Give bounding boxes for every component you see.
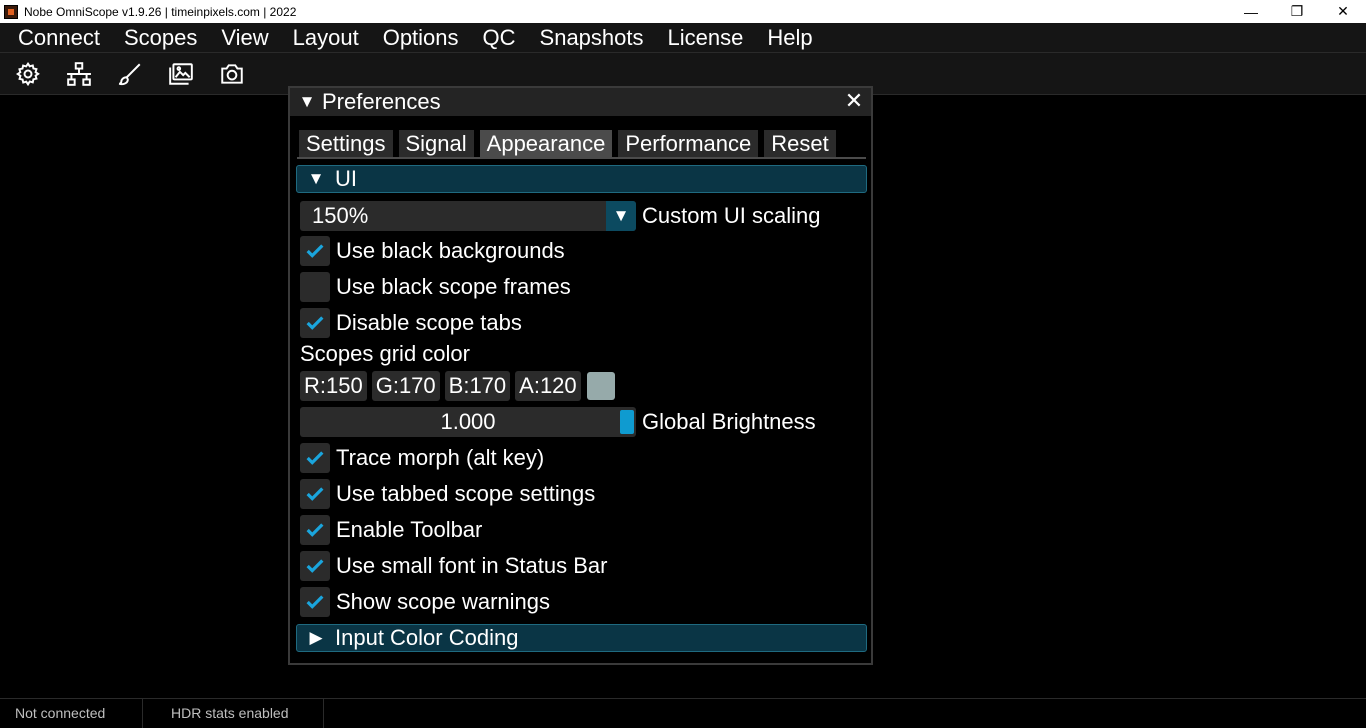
- preferences-title: Preferences: [322, 89, 441, 114]
- checkmark-icon: [306, 559, 324, 573]
- ui-scaling-value: 150%: [312, 203, 369, 228]
- collapse-arrow-icon[interactable]: ▼: [292, 92, 322, 112]
- title-bar: Nobe OmniScope v1.9.26 | timeinpixels.co…: [0, 0, 1366, 23]
- grid-color-b[interactable]: B:170: [444, 371, 511, 401]
- grid-color-editor: R:150 G:170 B:170 A:120: [300, 371, 615, 401]
- collapsed-arrow-icon: ▶: [309, 628, 323, 647]
- checkbox-label: Use black backgrounds: [336, 238, 565, 263]
- grid-color-g[interactable]: G:170: [371, 371, 440, 401]
- checkbox-row-tabbed-scope-settings[interactable]: Use tabbed scope settings: [300, 478, 595, 510]
- checkbox-small-font-status-bar[interactable]: [300, 551, 330, 581]
- menu-options[interactable]: Options: [371, 23, 471, 52]
- menu-view[interactable]: View: [209, 23, 280, 52]
- preferences-tabs: Settings Signal Appearance Performance R…: [299, 130, 842, 157]
- menu-connect[interactable]: Connect: [0, 23, 112, 52]
- checkbox-label: Use tabbed scope settings: [336, 481, 596, 506]
- gear-icon[interactable]: [13, 59, 43, 89]
- close-button[interactable]: ✕: [1320, 0, 1366, 23]
- connection-status: Not connected: [0, 698, 143, 728]
- brightness-label: Global Brightness: [642, 409, 816, 434]
- menu-help[interactable]: Help: [755, 23, 824, 52]
- slider-handle[interactable]: [620, 410, 634, 434]
- preferences-header[interactable]: ▼ Preferences ✕: [290, 88, 871, 116]
- images-icon[interactable]: [166, 59, 196, 89]
- grid-color-r[interactable]: R:150: [300, 371, 367, 401]
- tab-appearance[interactable]: Appearance: [479, 130, 613, 157]
- dropdown-arrow-icon[interactable]: ▼: [606, 201, 636, 231]
- checkbox-enable-toolbar[interactable]: [300, 515, 330, 545]
- checkbox-label: Show scope warnings: [336, 589, 551, 614]
- menu-scopes[interactable]: Scopes: [112, 23, 209, 52]
- menu-license[interactable]: License: [656, 23, 756, 52]
- brush-icon[interactable]: [115, 59, 145, 89]
- checkbox-row-small-font-status-bar[interactable]: Use small font in Status Bar: [300, 550, 607, 582]
- checkmark-icon: [306, 595, 324, 609]
- brightness-value: 1.000: [440, 409, 496, 434]
- tab-underline: [297, 157, 866, 159]
- checkbox-trace-morph[interactable]: [300, 443, 330, 473]
- menu-layout[interactable]: Layout: [281, 23, 371, 52]
- brightness-slider[interactable]: 1.000: [300, 407, 636, 437]
- checkbox-label: Use black scope frames: [336, 274, 571, 299]
- status-bar: Not connected HDR stats enabled: [0, 698, 1366, 728]
- minimize-button[interactable]: —: [1228, 0, 1274, 23]
- ui-scaling-label: Custom UI scaling: [642, 203, 821, 228]
- grid-color-a[interactable]: A:120: [515, 371, 581, 401]
- tab-performance[interactable]: Performance: [618, 130, 759, 157]
- tab-signal[interactable]: Signal: [398, 130, 474, 157]
- section-input-color-coding-header[interactable]: ▶ Input Color Coding: [296, 624, 867, 652]
- section-ui-header[interactable]: ▼ UI: [296, 165, 867, 193]
- section-input-color-coding-title: Input Color Coding: [335, 625, 519, 650]
- checkbox-label: Trace morph (alt key): [336, 445, 545, 470]
- menu-snapshots[interactable]: Snapshots: [528, 23, 656, 52]
- window-title: Nobe OmniScope v1.9.26 | timeinpixels.co…: [24, 4, 297, 19]
- restore-button[interactable]: ❐: [1274, 0, 1320, 23]
- checkbox-row-enable-toolbar[interactable]: Enable Toolbar: [300, 514, 482, 546]
- hdr-status: HDR stats enabled: [143, 698, 324, 728]
- grid-color-swatch[interactable]: [586, 372, 615, 400]
- checkbox-show-scope-warnings[interactable]: [300, 587, 330, 617]
- camera-icon[interactable]: [217, 59, 247, 89]
- checkmark-icon: [306, 244, 324, 258]
- checkbox-label: Enable Toolbar: [336, 517, 483, 542]
- checkbox-row-black-scope-frames[interactable]: Use black scope frames: [300, 271, 571, 303]
- checkbox-row-disable-scope-tabs[interactable]: Disable scope tabs: [300, 307, 522, 339]
- preferences-close-button[interactable]: ✕: [843, 90, 865, 112]
- checkmark-icon: [306, 523, 324, 537]
- checkbox-disable-scope-tabs[interactable]: [300, 308, 330, 338]
- checkmark-icon: [306, 487, 324, 501]
- checkbox-row-black-backgrounds[interactable]: Use black backgrounds: [300, 235, 565, 267]
- tab-settings[interactable]: Settings: [299, 130, 393, 157]
- menu-bar: Connect Scopes View Layout Options QC Sn…: [0, 23, 1366, 52]
- checkbox-black-scope-frames[interactable]: [300, 272, 330, 302]
- checkbox-row-show-scope-warnings[interactable]: Show scope warnings: [300, 586, 550, 618]
- network-icon[interactable]: [64, 59, 94, 89]
- tab-reset[interactable]: Reset: [764, 130, 836, 157]
- grid-color-label: Scopes grid color: [300, 341, 470, 366]
- checkbox-black-backgrounds[interactable]: [300, 236, 330, 266]
- ui-scaling-dropdown[interactable]: 150% ▼: [300, 201, 636, 231]
- checkmark-icon: [306, 451, 324, 465]
- checkmark-icon: [306, 316, 324, 330]
- app-icon: [4, 4, 18, 19]
- checkbox-tabbed-scope-settings[interactable]: [300, 479, 330, 509]
- preferences-window: ▼ Preferences ✕ Settings Signal Appearan…: [288, 86, 873, 665]
- checkbox-label: Use small font in Status Bar: [336, 553, 608, 578]
- section-ui-title: UI: [335, 166, 357, 191]
- expanded-arrow-icon: ▼: [307, 169, 325, 188]
- menu-qc[interactable]: QC: [471, 23, 528, 52]
- checkbox-label: Disable scope tabs: [336, 310, 522, 335]
- checkbox-row-trace-morph[interactable]: Trace morph (alt key): [300, 442, 544, 474]
